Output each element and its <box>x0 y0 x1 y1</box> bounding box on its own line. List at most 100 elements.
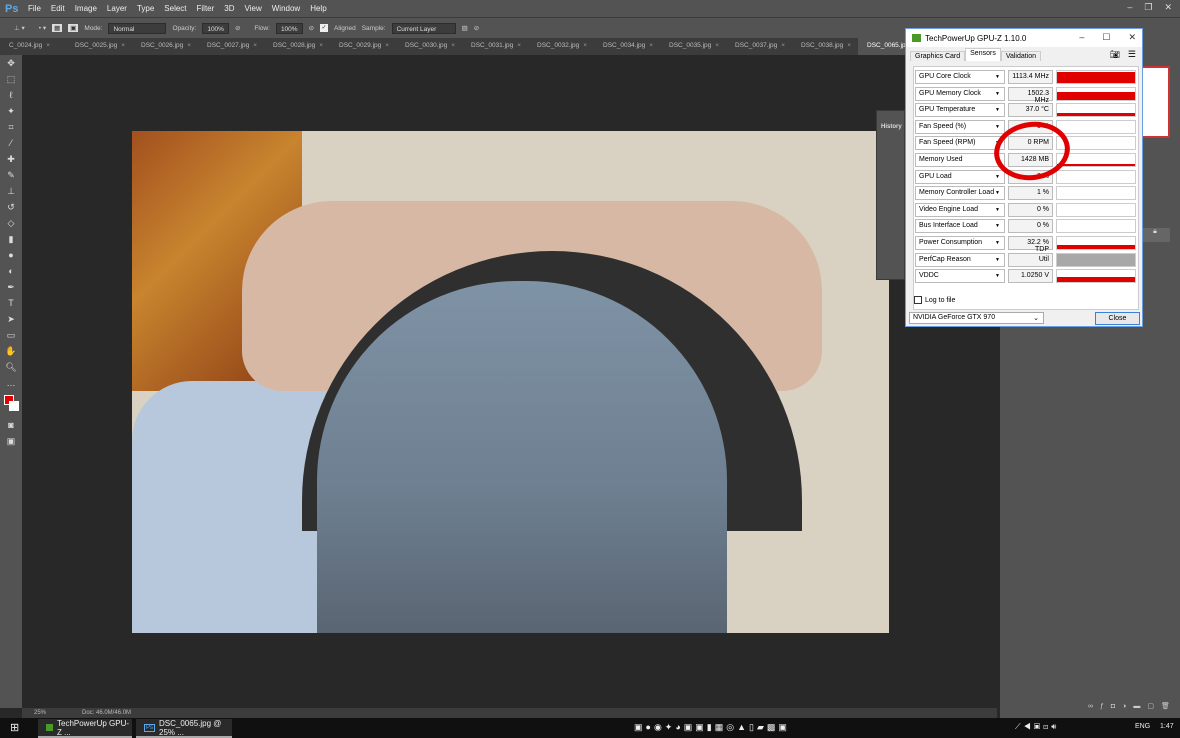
tab-validation[interactable]: Validation <box>1000 51 1042 61</box>
sensor-label[interactable]: GPU Memory Clock ▼ <box>915 86 1005 101</box>
sensor-label[interactable]: Bus Interface Load ▼ <box>915 219 1005 234</box>
dropdown-arrow-icon[interactable]: ▼ <box>995 107 1000 113</box>
navigator-thumbnail[interactable] <box>1140 66 1170 138</box>
document-tab[interactable]: DSC_0037.jpg × <box>726 38 792 55</box>
aligned-checkbox[interactable]: ✓ <box>320 24 329 32</box>
dropdown-arrow-icon[interactable]: ▼ <box>995 74 1000 80</box>
gpu-select[interactable]: NVIDIA GeForce GTX 970 ⌄ <box>909 312 1044 324</box>
eyedropper-icon[interactable]: ⁄ <box>0 135 22 151</box>
document-tab[interactable]: DSC_0030.jpg × <box>396 38 462 55</box>
minimize-icon[interactable]: – <box>1127 2 1132 13</box>
menu-file[interactable]: File <box>28 4 41 13</box>
menu-select[interactable]: Select <box>164 4 186 13</box>
document-tab[interactable]: DSC_0031.jpg × <box>462 38 528 55</box>
system-tray-icons[interactable]: ⟋◀▣⊡🔊︎ <box>1015 722 1059 732</box>
sensor-label[interactable]: Video Engine Load ▼ <box>915 202 1005 217</box>
dropdown-arrow-icon[interactable]: ▼ <box>995 223 1000 229</box>
log-to-file-checkbox[interactable] <box>914 296 922 304</box>
menu-icon[interactable]: ☰ <box>1128 49 1136 60</box>
lock-icon[interactable]: 🔒︎ <box>1140 228 1170 242</box>
tab-close-icon[interactable]: × <box>649 42 653 49</box>
dropdown-arrow-icon[interactable]: ▼ <box>995 190 1000 196</box>
sensor-label[interactable]: VDDC ▼ <box>915 269 1005 284</box>
menu-3d[interactable]: 3D <box>224 4 234 13</box>
flow-input[interactable]: 100% <box>275 22 303 34</box>
taskbar-item-gpuz[interactable]: TechPowerUp GPU-Z ... <box>38 719 132 738</box>
zoom-tool-icon[interactable]: 🔍︎ <box>0 359 22 375</box>
tab-close-icon[interactable]: × <box>847 42 851 49</box>
mode-select[interactable]: Normal <box>108 22 167 34</box>
dropdown-arrow-icon[interactable]: ▼ <box>995 124 1000 130</box>
menu-edit[interactable]: Edit <box>51 4 65 13</box>
menu-window[interactable]: Window <box>272 4 300 13</box>
tab-close-icon[interactable]: × <box>517 42 521 49</box>
brush-size-icon[interactable]: • ▾ <box>39 24 46 32</box>
sample-select[interactable]: Current Layer <box>391 22 456 34</box>
document-tab[interactable]: DSC_0032.jpg × <box>528 38 594 55</box>
close-icon[interactable]: ✕ <box>1164 2 1172 13</box>
clone-stamp-tool-icon[interactable]: ⊥ <box>0 183 22 199</box>
path-selection-icon[interactable]: ➤ <box>0 311 22 327</box>
quick-mask-icon[interactable]: ◙ <box>0 417 22 433</box>
move-tool-icon[interactable]: ✥ <box>0 55 22 71</box>
sensor-label[interactable]: GPU Core Clock ▼ <box>915 70 1005 84</box>
background-color[interactable] <box>9 401 19 411</box>
close-button[interactable]: Close <box>1095 312 1140 325</box>
document-tab[interactable]: DSC_0026.jpg × <box>132 38 198 55</box>
airbrush-icon[interactable]: ⊘ <box>309 24 314 32</box>
tab-close-icon[interactable]: × <box>253 42 257 49</box>
document-tab[interactable]: DSC_0035.jpg × <box>660 38 726 55</box>
blur-icon[interactable]: ● <box>0 247 22 263</box>
dropdown-arrow-icon[interactable]: ▼ <box>995 257 1000 263</box>
sensor-label[interactable]: Memory Used ▼ <box>915 153 1005 167</box>
sensor-label[interactable]: Power Consumption ▼ <box>915 236 1005 250</box>
layers-footer-icons[interactable]: ∞ƒ◘◑▬▢🗑︎ <box>1088 702 1177 710</box>
zoom-level[interactable]: 25% <box>34 710 46 716</box>
menu-filter[interactable]: Filter <box>197 4 215 13</box>
gpuz-maximize-icon[interactable]: ☐ <box>1102 32 1110 43</box>
dodge-icon[interactable]: ◐ <box>0 263 22 279</box>
document-tab[interactable]: DSC_0038.jpg × <box>792 38 858 55</box>
tab-close-icon[interactable]: × <box>583 42 587 49</box>
menu-view[interactable]: View <box>245 4 262 13</box>
dropdown-arrow-icon[interactable]: ▼ <box>995 174 1000 180</box>
more-tools-icon[interactable]: … <box>0 375 22 391</box>
tab-close-icon[interactable]: × <box>715 42 719 49</box>
dropdown-arrow-icon[interactable]: ▼ <box>995 240 1000 246</box>
document-image[interactable] <box>132 131 889 633</box>
hand-tool-icon[interactable]: ✋ <box>0 343 22 359</box>
document-tab[interactable]: DSC_0034.jpg × <box>594 38 660 55</box>
sensor-label[interactable]: Fan Speed (%) ▼ <box>915 119 1005 134</box>
document-tab[interactable]: C_0024.jpg × <box>0 38 66 55</box>
windows-start-icon[interactable]: ⊞ <box>10 721 19 734</box>
brush-panel-icon[interactable]: ▣ <box>68 24 79 32</box>
dropdown-arrow-icon[interactable]: ▼ <box>995 273 1000 279</box>
pen-icon[interactable]: ✒ <box>0 279 22 295</box>
menu-help[interactable]: Help <box>310 4 326 13</box>
ignore-adjustment-icon[interactable]: ▨ <box>462 24 468 32</box>
sensor-label[interactable]: Fan Speed (RPM) ▼ <box>915 136 1005 151</box>
clone-stamp-icon[interactable]: ⊥ ▾ <box>14 24 25 32</box>
log-to-file[interactable]: Log to file <box>914 296 955 304</box>
healing-brush-icon[interactable]: ✚ <box>0 151 22 167</box>
tab-close-icon[interactable]: × <box>187 42 191 49</box>
magic-wand-icon[interactable]: ✦ <box>0 103 22 119</box>
taskbar-item-photoshop[interactable]: Ps DSC_0065.jpg @ 25% ... <box>136 719 232 738</box>
menu-type[interactable]: Type <box>137 4 154 13</box>
screen-mode-icon[interactable]: ▣ <box>0 433 22 449</box>
color-swatches[interactable] <box>0 391 22 417</box>
type-tool-icon[interactable]: T <box>0 295 22 311</box>
gpuz-minimize-icon[interactable]: – <box>1079 32 1084 43</box>
gpuz-close-icon[interactable]: ✕ <box>1128 32 1136 43</box>
marquee-tool-icon[interactable]: ⬚ <box>0 71 22 87</box>
sensor-label[interactable]: PerfCap Reason ▼ <box>915 252 1005 267</box>
language-indicator[interactable]: ENG <box>1135 723 1150 730</box>
dropdown-arrow-icon[interactable]: ▼ <box>995 91 1000 97</box>
eraser-icon[interactable]: ◇ <box>0 215 22 231</box>
pressure-size-icon[interactable]: ⊘ <box>474 24 479 32</box>
document-tab[interactable]: DSC_0029.jpg × <box>330 38 396 55</box>
document-tab[interactable]: DSC_0028.jpg × <box>264 38 330 55</box>
tab-sensors[interactable]: Sensors <box>965 48 1001 61</box>
clock[interactable]: 1:47 <box>1160 723 1174 730</box>
pressure-opacity-icon[interactable]: ⊘ <box>235 24 240 32</box>
